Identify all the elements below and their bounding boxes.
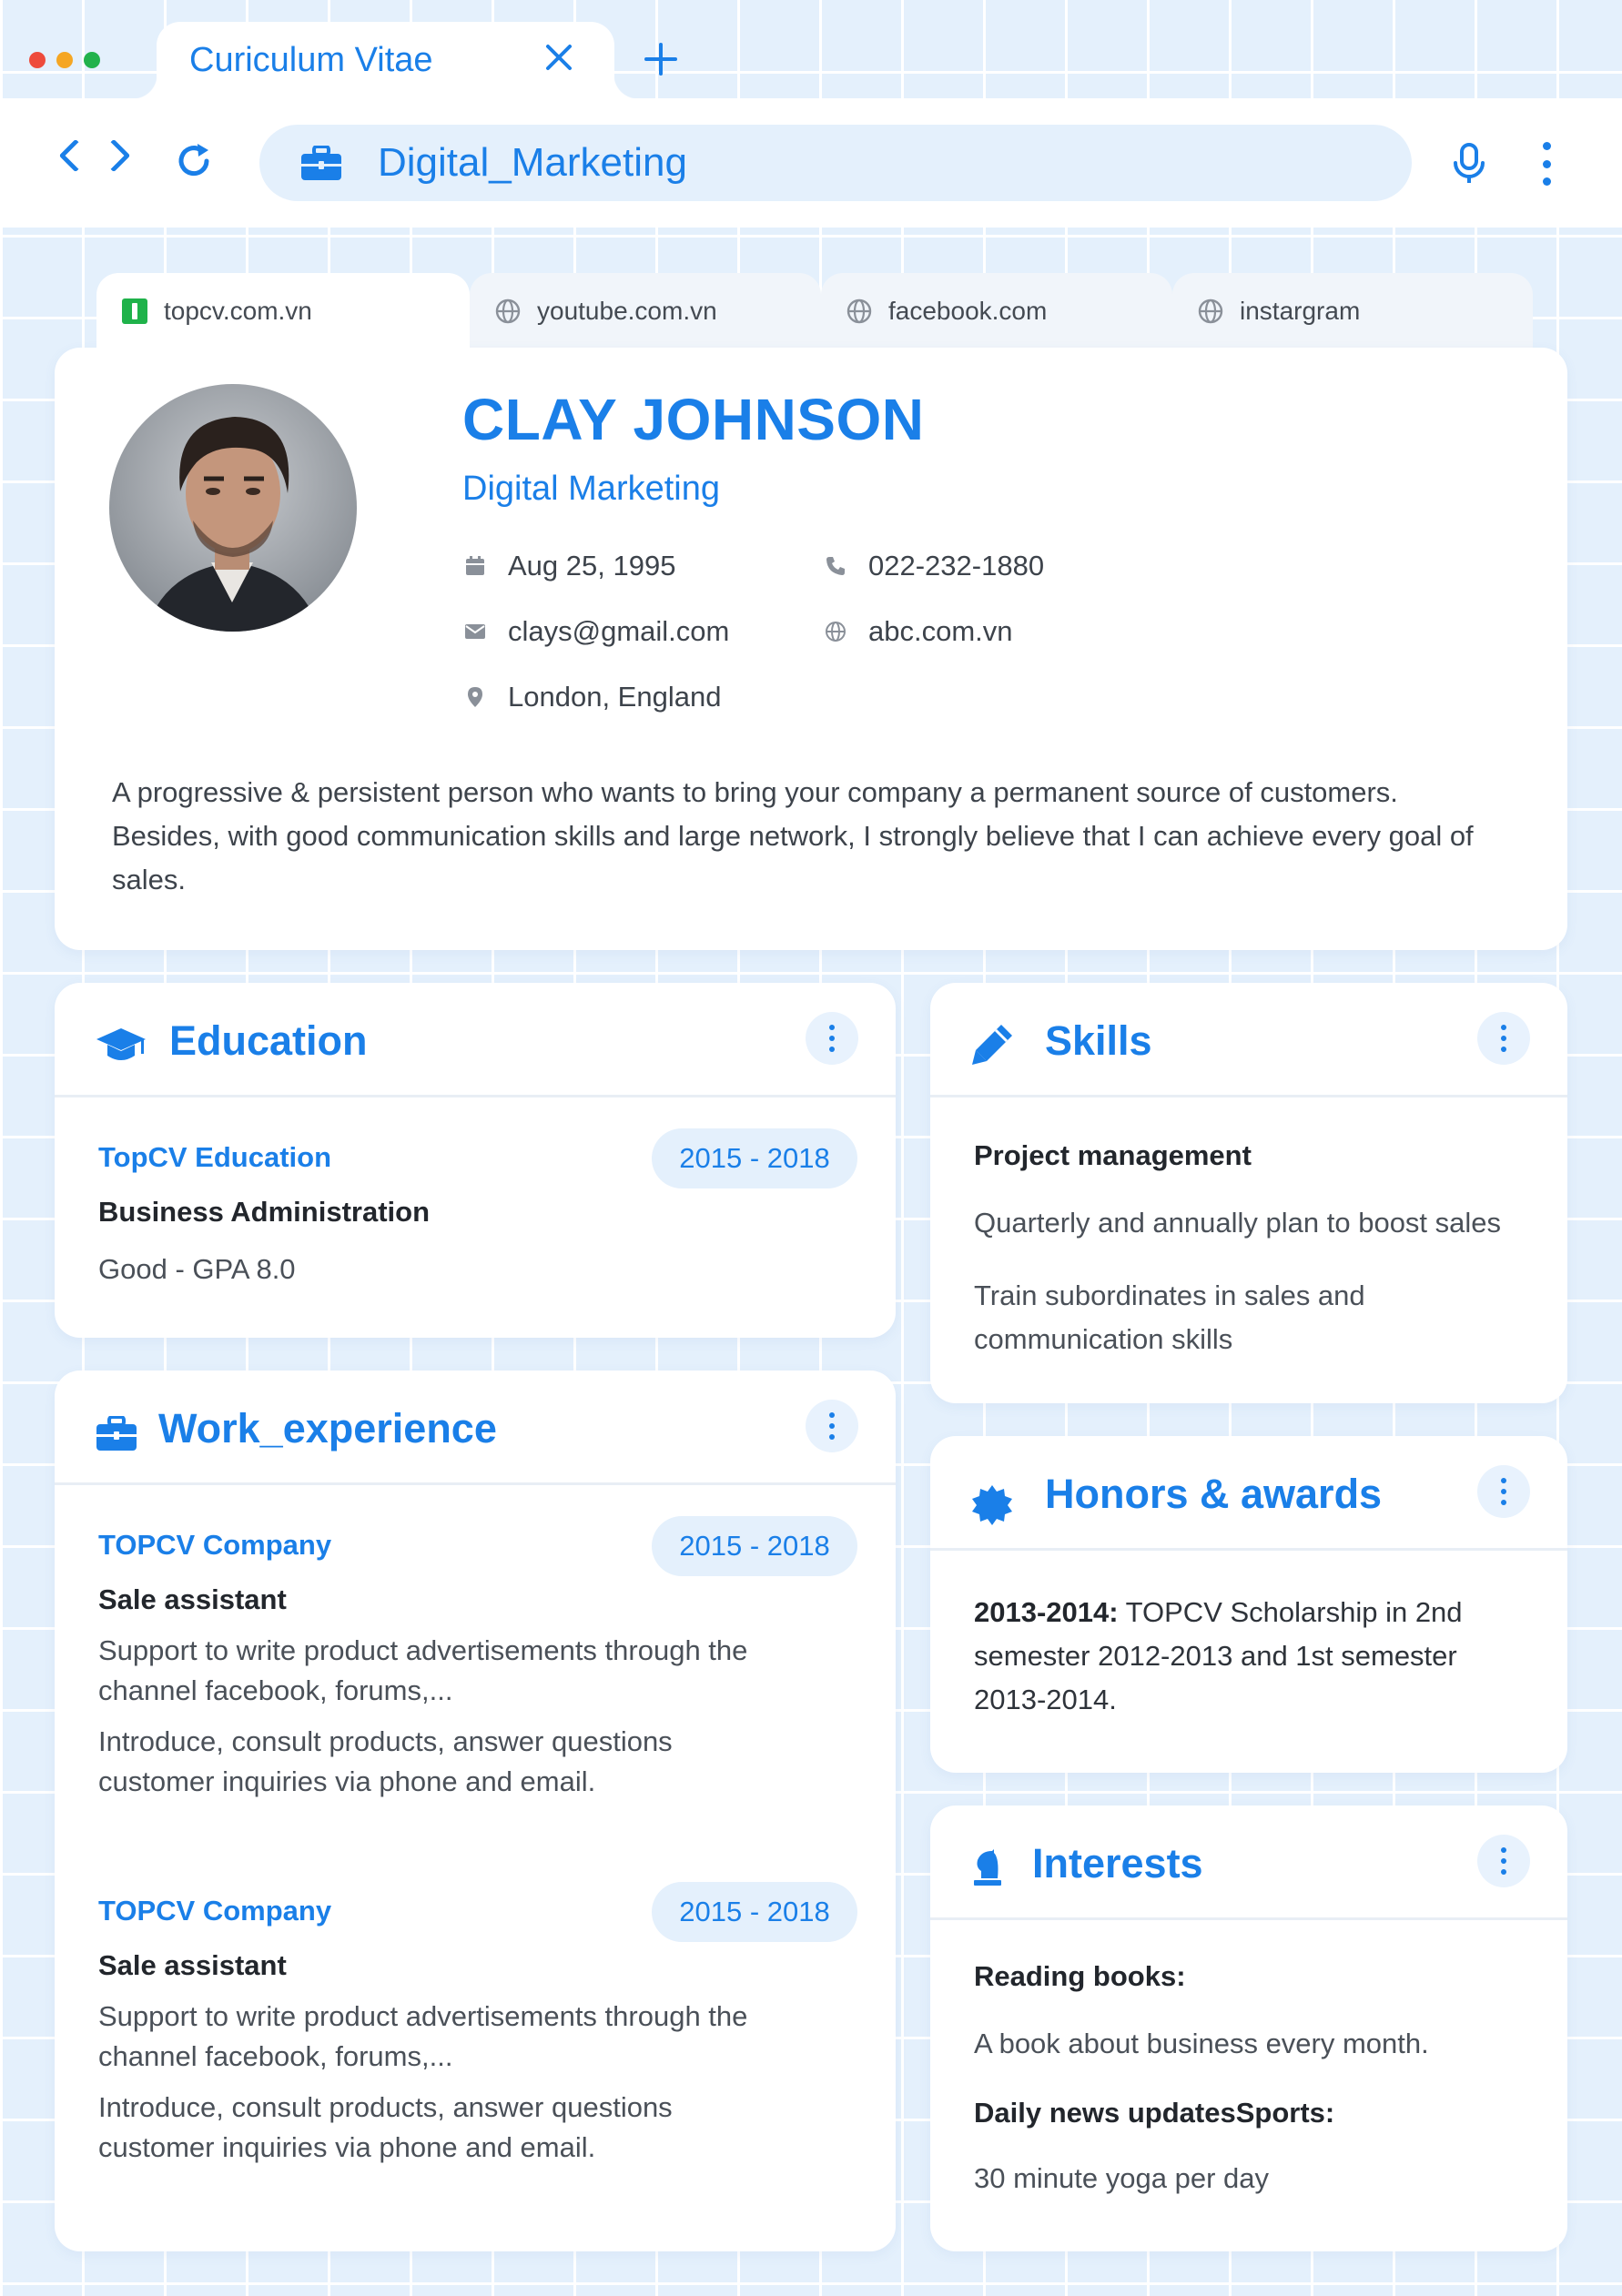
birthday-field: Aug 25, 1995 [464,550,675,582]
globe-icon [1198,298,1223,324]
maximize-window-dot[interactable] [84,52,100,68]
minimize-window-dot[interactable] [56,52,73,68]
job-duty: Introduce, consult products, answer ques… [98,2091,673,2163]
email-value: clays@gmail.com [508,615,730,647]
address-text: Digital_Marketing [378,140,687,185]
more-options-icon[interactable] [1477,1012,1530,1065]
pencil-icon [972,1025,1012,1065]
section-title: Skills [1045,1017,1152,1064]
skills-card: Skills Project management Quarterly and … [930,983,1567,1403]
location-pin-icon [468,687,482,707]
topcv-logo-icon [122,298,147,324]
graduation-cap-icon [96,1028,146,1060]
tab-title: Curiculum Vitae [189,40,433,79]
award-year: 2013-2014: [974,1596,1119,1628]
interest-heading: Daily news updatesSports: [974,2097,1335,2129]
interest-heading: Reading books: [974,1960,1186,1992]
more-options-icon[interactable] [806,1012,858,1065]
job-position: Sale assistant [98,1949,287,1981]
more-options-icon[interactable] [806,1400,858,1452]
section-title: Work_experience [158,1405,497,1451]
briefcase-icon [96,1416,137,1451]
section-title: Interests [1032,1840,1203,1886]
school-name: TopCV Education [98,1141,332,1173]
calendar-icon [466,556,484,575]
award-badge-icon [972,1485,1012,1525]
company-name: TOPCV Company [98,1895,332,1927]
more-options-icon[interactable] [1477,1835,1530,1887]
phone-value: 022-232-1880 [868,550,1045,582]
honors-card: Honors & awards 2013-2014: TOPCV Scholar… [930,1436,1567,1773]
major: Business Administration [98,1196,431,1228]
site-tab-label: facebook.com [888,297,1048,325]
new-tab-icon[interactable] [643,41,679,77]
job-position: Sale assistant [98,1583,287,1615]
more-options-icon[interactable] [1477,1465,1530,1518]
grade: Good - GPA 8.0 [98,1253,296,1285]
chess-knight-icon [974,1849,1001,1886]
window-controls [29,52,100,68]
mail-icon [465,624,485,639]
site-tab-youtube[interactable]: youtube.com.vn [470,273,821,355]
globe-icon [846,298,872,324]
profile-card: CLAY JOHNSON Digital Marketing Aug 25, 1… [55,348,1567,950]
skill-item: Quarterly and annually plan to boost sal… [974,1207,1502,1239]
award-entry: 2013-2014: TOPCV Scholarship in 2nd seme… [974,1591,1520,1722]
candidate-summary: A progressive & persistent person who wa… [112,776,1474,895]
section-header [930,1805,1567,1920]
birthday-value: Aug 25, 1995 [508,550,676,582]
candidate-name: CLAY JOHNSON [462,387,925,452]
globe-icon [826,622,846,642]
job-duty: Support to write product advertisements … [98,1634,748,1706]
site-tab-label: instargram [1240,297,1361,325]
interest-text: 30 minute yoga per day [974,2162,1269,2194]
site-tab-facebook[interactable]: facebook.com [821,273,1172,355]
reload-icon[interactable] [175,142,213,180]
date-badge: 2015 - 2018 [652,1128,857,1188]
website-field: abc.com.vn [825,615,1013,648]
phone-field: 022-232-1880 [825,550,1044,582]
section-title: Education [169,1017,368,1064]
microphone-icon[interactable] [1451,143,1487,185]
candidate-title: Digital Marketing [462,470,720,508]
interest-text: A book about business every month. [974,2028,1429,2059]
skill-item: Train subordinates in sales and communic… [974,1279,1365,1355]
section-title: Honors & awards [1045,1471,1383,1517]
site-tab-label: topcv.com.vn [164,297,312,325]
section-header [930,983,1567,1097]
email-field: clays@gmail.com [464,615,729,648]
close-window-dot[interactable] [29,52,46,68]
education-card: Education TopCV Education 2015 - 2018 Bu… [55,983,896,1338]
work-experience-card: Work_experience TOPCV Company 2015 - 201… [55,1371,896,2251]
location-field: London, England [464,681,721,713]
job-duty: Support to write product advertisements … [98,2000,748,2072]
site-tab-instagram[interactable]: instargram [1172,273,1533,355]
site-tab-topcv[interactable]: topcv.com.vn [96,273,470,355]
phone-icon [826,557,845,575]
interests-card: Interests Reading books: A book about bu… [930,1805,1567,2251]
browser-tab[interactable]: Curiculum Vitae [133,22,638,98]
avatar [109,384,357,632]
browser-menu-icon[interactable] [1540,142,1553,186]
address-bar[interactable]: Digital_Marketing [259,125,1412,201]
skill-heading: Project management [974,1139,1252,1171]
globe-icon [495,298,521,324]
company-name: TOPCV Company [98,1529,332,1561]
close-tab-icon[interactable] [543,42,574,73]
date-badge: 2015 - 2018 [652,1882,857,1942]
briefcase-icon [301,146,341,180]
site-tab-label: youtube.com.vn [537,297,717,325]
date-badge: 2015 - 2018 [652,1516,857,1576]
location-value: London, England [508,681,722,713]
website-value: abc.com.vn [868,615,1013,647]
job-duty: Introduce, consult products, answer ques… [98,1725,673,1797]
